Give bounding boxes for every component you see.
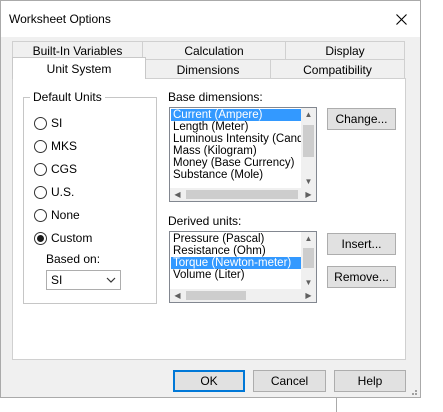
list-item[interactable]: Pressure (Pascal): [171, 233, 302, 245]
tab-label: Display: [325, 44, 365, 58]
list-item[interactable]: Money (Base Currency): [171, 157, 302, 169]
scroll-up-icon[interactable]: ▲: [301, 108, 316, 121]
title-bar: Worksheet Options: [1, 1, 420, 37]
scroll-left-icon[interactable]: ◀: [170, 289, 185, 302]
tab-label: Unit System: [46, 61, 112, 76]
tab-label: Compatibility: [303, 62, 372, 77]
list-item[interactable]: Resistance (Ohm): [171, 245, 302, 257]
radio-label: U.S.: [51, 185, 75, 199]
list-item[interactable]: Current (Ampere): [171, 109, 302, 121]
tab-display[interactable]: Display: [285, 41, 405, 60]
radio-si[interactable]: SI: [34, 115, 62, 131]
vertical-scrollbar[interactable]: ▲ ▼: [301, 232, 316, 289]
scroll-thumb[interactable]: [303, 125, 314, 157]
radio-label: Custom: [51, 231, 93, 245]
scroll-thumb[interactable]: [186, 291, 246, 300]
list-item[interactable]: Mass (Kilogram): [171, 145, 302, 157]
radio-label: None: [51, 208, 80, 222]
base-dimensions-label: Base dimensions:: [168, 90, 263, 104]
tab-row-front: Unit System Dimensions Compatibility: [12, 57, 405, 79]
scroll-left-icon[interactable]: ◀: [170, 188, 185, 201]
default-units-label: Default Units: [30, 90, 105, 104]
help-button[interactable]: Help: [334, 370, 406, 392]
button-label: Remove...: [334, 270, 389, 284]
tab-calculation[interactable]: Calculation: [142, 41, 286, 60]
radio-button-icon: [34, 139, 47, 153]
chevron-down-icon: [106, 277, 116, 283]
derived-units-list[interactable]: Pressure (Pascal) Resistance (Ohm) Torqu…: [169, 231, 317, 303]
button-label: Insert...: [341, 237, 382, 251]
cancel-button[interactable]: Cancel: [253, 370, 326, 392]
radio-button-icon: [34, 116, 47, 130]
close-icon: [395, 13, 407, 25]
ok-button[interactable]: OK: [173, 370, 245, 392]
scroll-up-icon[interactable]: ▲: [301, 232, 316, 245]
based-on-select[interactable]: SI: [46, 270, 121, 290]
list-item[interactable]: Volume (Liter): [171, 269, 302, 281]
button-label: OK: [200, 374, 218, 388]
radio-us[interactable]: U.S.: [34, 184, 74, 200]
radio-label: MKS: [51, 139, 78, 153]
background-divider: [336, 398, 337, 412]
radio-button-icon: [34, 208, 47, 222]
based-on-value: SI: [51, 273, 63, 287]
scroll-thumb[interactable]: [186, 190, 298, 199]
derived-units-label: Derived units:: [168, 214, 242, 228]
radio-custom[interactable]: Custom: [34, 230, 92, 246]
list-item[interactable]: Torque (Newton-meter): [171, 257, 302, 269]
vertical-scrollbar[interactable]: ▲ ▼: [301, 108, 316, 188]
radio-cgs[interactable]: CGS: [34, 161, 77, 177]
list-item[interactable]: Length (Meter): [171, 121, 302, 133]
window-title: Worksheet Options: [9, 12, 111, 26]
scroll-down-icon[interactable]: ▼: [301, 276, 316, 289]
radio-button-icon: [34, 185, 47, 199]
tab-label: Calculation: [184, 44, 244, 58]
radio-none[interactable]: None: [34, 207, 80, 223]
radio-label: SI: [51, 116, 63, 130]
scroll-down-icon[interactable]: ▼: [301, 175, 316, 188]
radio-mks[interactable]: MKS: [34, 138, 77, 154]
radio-button-checked-icon: [34, 231, 47, 245]
button-label: Help: [357, 374, 383, 388]
insert-button[interactable]: Insert...: [327, 233, 396, 255]
horizontal-scrollbar[interactable]: ◀ ▶: [170, 289, 316, 302]
horizontal-scrollbar[interactable]: ◀ ▶: [170, 188, 316, 201]
scroll-right-icon[interactable]: ▶: [301, 188, 316, 201]
scroll-right-icon[interactable]: ▶: [301, 289, 316, 302]
button-label: Change...: [335, 112, 388, 126]
change-button[interactable]: Change...: [327, 108, 396, 130]
based-on-label: Based on:: [46, 252, 101, 266]
remove-button[interactable]: Remove...: [327, 266, 396, 288]
radio-label: CGS: [51, 162, 78, 176]
radio-button-icon: [34, 162, 47, 176]
tab-label: Dimensions: [176, 62, 240, 77]
button-label: Cancel: [270, 374, 309, 388]
tab-dimensions[interactable]: Dimensions: [145, 59, 271, 79]
resize-grip-icon[interactable]: [408, 388, 418, 396]
close-button[interactable]: [386, 5, 416, 33]
tab-compatibility[interactable]: Compatibility: [270, 59, 405, 79]
tab-label: Built-In Variables: [32, 44, 123, 58]
tab-unit-system[interactable]: Unit System: [12, 57, 146, 79]
scroll-thumb[interactable]: [303, 248, 314, 268]
list-item[interactable]: Luminous Intensity (Candela): [171, 133, 302, 145]
list-item[interactable]: Substance (Mole): [171, 169, 302, 181]
base-dimensions-list[interactable]: Current (Ampere) Length (Meter) Luminous…: [169, 107, 317, 202]
